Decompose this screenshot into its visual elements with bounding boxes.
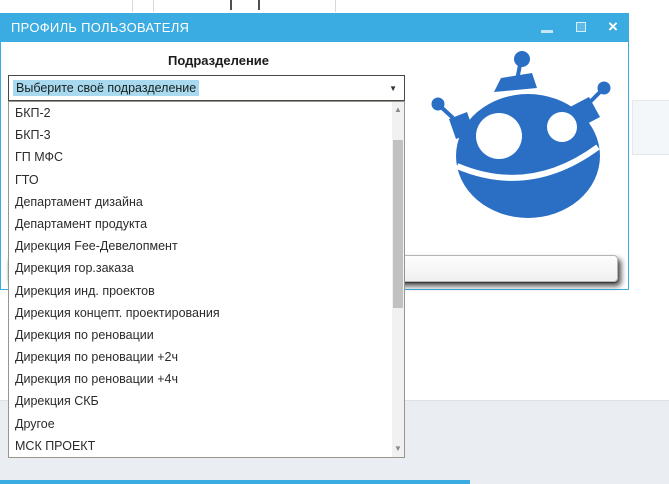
robot-left-eye [476,113,522,159]
dropdown-item[interactable]: Дирекция по реновации +2ч [9,346,404,368]
robot-logo [420,50,625,240]
dropdown-item[interactable]: Дирекция инд. проектов [9,280,404,302]
dropdown-items: БКП-2 БКП-3 ГП МФС ГТО Департамент дизайна Де… [9,102,404,457]
dropdown-item[interactable]: Дирекция по реновации +4ч [9,368,404,390]
background-cursor-mark [258,0,260,10]
background-cursor-mark [230,0,232,10]
background-grid-line [335,0,336,12]
dropdown-item[interactable]: Дирекция Fee-Девелопмент [9,235,404,257]
minimize-button[interactable] [535,14,559,42]
dropdown-item[interactable]: Другое [9,413,404,435]
robot-logo-svg [431,51,611,218]
background-grid-line [153,0,154,12]
maximize-button[interactable] [569,14,593,42]
robot-head [456,94,600,218]
dialog-titlebar[interactable]: ПРОФИЛЬ ПОЛЬЗОВАТЕЛЯ × [1,14,628,42]
department-dropdown-list: БКП-2 БКП-3 ГП МФС ГТО Департамент дизайна Де… [8,101,405,458]
department-label: Подразделение [167,53,270,68]
maximize-icon [576,22,586,32]
scrollbar-thumb[interactable] [393,140,403,308]
department-combobox[interactable]: Выберите своё подразделение ▼ [8,75,405,101]
dropdown-item[interactable]: ГП МФС [9,146,404,168]
dropdown-item[interactable]: ГТО [9,169,404,191]
robot-top-antenna-cap [494,73,537,92]
scroll-down-icon[interactable]: ▼ [392,445,404,453]
dropdown-scrollbar[interactable]: ▲ ▼ [392,102,404,457]
scroll-up-icon[interactable]: ▲ [392,106,404,114]
dropdown-item[interactable]: Дирекция по реновации [9,324,404,346]
dropdown-item[interactable]: БКП-2 [9,102,404,124]
dropdown-item[interactable]: Департамент дизайна [9,191,404,213]
robot-right-eye [547,112,577,142]
robot-left-antenna-stem [438,104,455,120]
background-accent-strip [0,480,470,484]
dropdown-item[interactable]: МСК ПРОЕКТ [9,435,404,457]
dropdown-item[interactable]: Дирекция концепт. проектирования [9,302,404,324]
close-button[interactable]: × [599,14,627,42]
dialog-title: ПРОФИЛЬ ПОЛЬЗОВАТЕЛЯ [11,20,190,35]
background-grid-line [132,0,133,12]
dropdown-item[interactable]: БКП-3 [9,124,404,146]
dropdown-item[interactable]: Дирекция гор.заказа [9,257,404,279]
chevron-down-icon[interactable]: ▼ [389,84,397,93]
screen: ПРОФИЛЬ ПОЛЬЗОВАТЕЛЯ × Подразделение Выб… [0,0,669,484]
background-panel [632,100,669,155]
dropdown-item[interactable]: Дирекция СКБ [9,390,404,412]
dropdown-item[interactable]: Департамент продукта [9,213,404,235]
combobox-value: Выберите своё подразделение [13,80,200,96]
minimize-icon [541,30,553,33]
